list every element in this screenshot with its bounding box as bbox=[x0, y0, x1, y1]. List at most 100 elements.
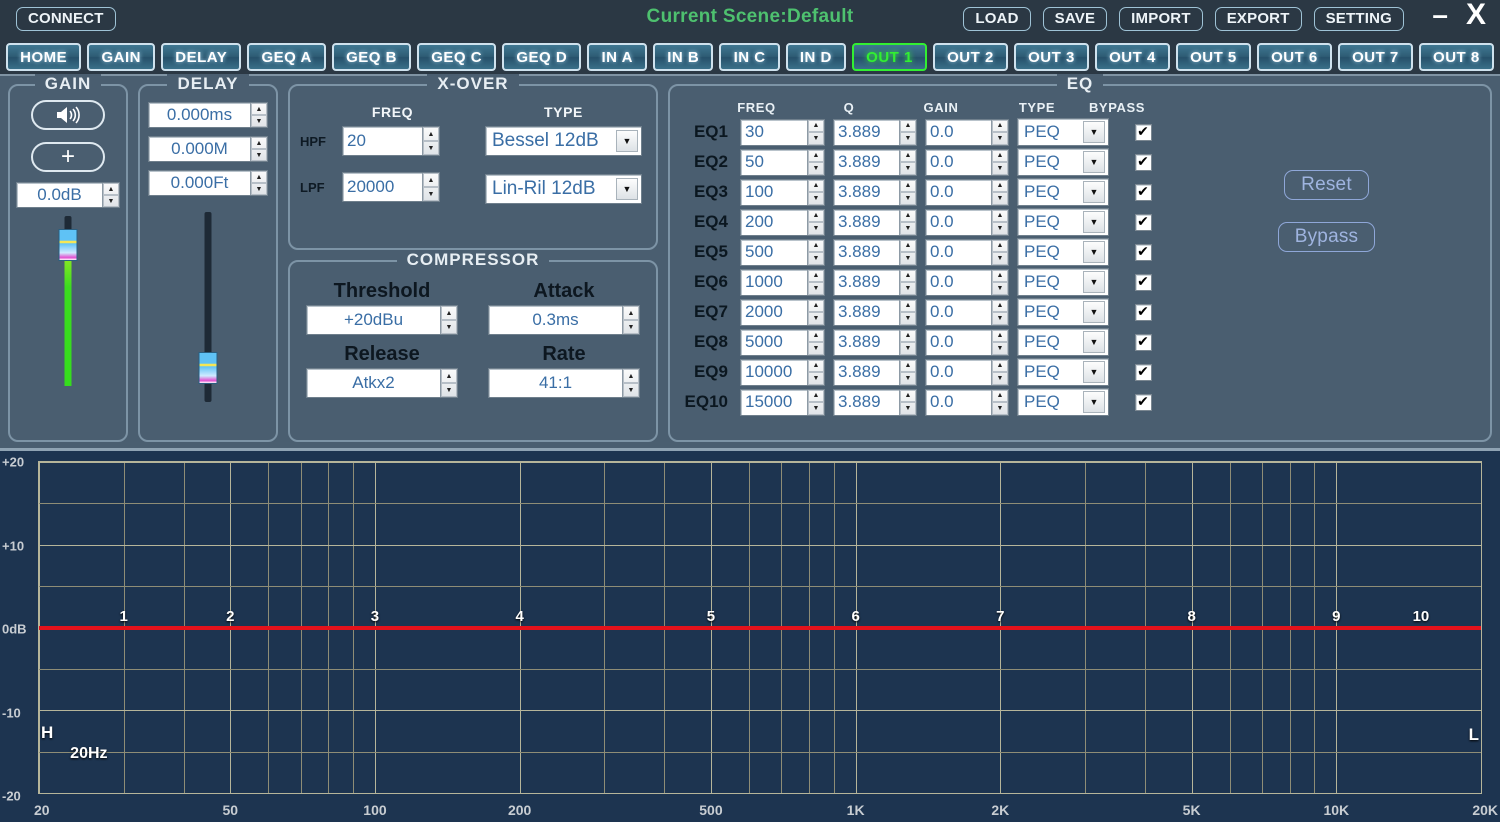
eq1-freq-input[interactable] bbox=[741, 120, 807, 145]
eq-band-marker[interactable]: 1 bbox=[119, 608, 127, 625]
eq5-gain-spinner[interactable]: ▲▼ bbox=[991, 240, 1008, 265]
eq6-freq-field[interactable]: ▲▼ bbox=[740, 269, 825, 296]
tab-in-b[interactable]: IN B bbox=[653, 43, 713, 71]
eq6-freq-spinner-up[interactable]: ▲ bbox=[808, 270, 824, 283]
eq4-gain-spinner-up[interactable]: ▲ bbox=[992, 210, 1008, 223]
eq2-q-spinner[interactable]: ▲▼ bbox=[899, 150, 916, 175]
attack-input[interactable] bbox=[489, 306, 622, 334]
gain-spinner-up[interactable]: ▲ bbox=[103, 183, 119, 195]
eq10-q-input[interactable] bbox=[834, 390, 899, 415]
eq2-gain-spinner-down[interactable]: ▼ bbox=[992, 162, 1008, 175]
graph-annotation-20hz[interactable]: 20Hz bbox=[70, 745, 107, 763]
eq8-freq-spinner[interactable]: ▲▼ bbox=[807, 330, 824, 355]
close-button[interactable]: X bbox=[1466, 2, 1486, 28]
eq5-freq-spinner[interactable]: ▲▼ bbox=[807, 240, 824, 265]
eq10-gain-spinner-down[interactable]: ▼ bbox=[992, 402, 1008, 415]
import-button[interactable]: IMPORT bbox=[1119, 7, 1203, 31]
eq10-gain-spinner-up[interactable]: ▲ bbox=[992, 390, 1008, 403]
lpf-freq-input[interactable] bbox=[343, 173, 422, 201]
threshold-field[interactable]: ▲ ▼ bbox=[306, 305, 458, 335]
setting-button[interactable]: SETTING bbox=[1314, 7, 1404, 31]
eq4-q-spinner-up[interactable]: ▲ bbox=[900, 210, 916, 223]
eq10-q-field[interactable]: ▲▼ bbox=[833, 389, 917, 416]
tab-out-4[interactable]: OUT 4 bbox=[1095, 43, 1170, 71]
release-spinner[interactable]: ▲ ▼ bbox=[440, 369, 457, 397]
eq3-gain-input[interactable] bbox=[926, 180, 991, 205]
delay-feet-spinner-up[interactable]: ▲ bbox=[251, 171, 267, 183]
eq2-freq-field[interactable]: ▲▼ bbox=[740, 149, 825, 176]
eq4-q-input[interactable] bbox=[834, 210, 899, 235]
tab-geq-c[interactable]: GEQ C bbox=[417, 43, 496, 71]
eq5-q-spinner-down[interactable]: ▼ bbox=[900, 252, 916, 265]
tab-home[interactable]: HOME bbox=[6, 43, 81, 71]
tab-in-d[interactable]: IN D bbox=[786, 43, 846, 71]
tab-out-1[interactable]: OUT 1 bbox=[852, 43, 927, 71]
chevron-down-icon[interactable]: ▼ bbox=[1083, 121, 1105, 143]
chevron-down-icon[interactable]: ▼ bbox=[616, 130, 638, 152]
attack-spinner-down[interactable]: ▼ bbox=[623, 320, 639, 334]
eq3-q-spinner[interactable]: ▲▼ bbox=[899, 180, 916, 205]
eq6-q-spinner-up[interactable]: ▲ bbox=[900, 270, 916, 283]
eq5-freq-spinner-down[interactable]: ▼ bbox=[808, 252, 824, 265]
delay-ms-field[interactable]: ▲ ▼ bbox=[148, 102, 268, 128]
eq9-q-spinner[interactable]: ▲▼ bbox=[899, 360, 916, 385]
eq10-freq-spinner[interactable]: ▲▼ bbox=[807, 390, 824, 415]
release-spinner-up[interactable]: ▲ bbox=[441, 369, 457, 383]
delay-meters-spinner-down[interactable]: ▼ bbox=[251, 149, 267, 161]
chevron-down-icon[interactable]: ▼ bbox=[616, 178, 638, 200]
eq8-q-field[interactable]: ▲▼ bbox=[833, 329, 917, 356]
eq6-freq-spinner-down[interactable]: ▼ bbox=[808, 282, 824, 295]
eq4-freq-spinner[interactable]: ▲▼ bbox=[807, 210, 824, 235]
eq6-q-spinner[interactable]: ▲▼ bbox=[899, 270, 916, 295]
eq5-gain-input[interactable] bbox=[926, 240, 991, 265]
eq1-q-spinner-down[interactable]: ▼ bbox=[900, 132, 916, 145]
eq7-gain-input[interactable] bbox=[926, 300, 991, 325]
chevron-down-icon[interactable]: ▼ bbox=[1083, 271, 1105, 293]
eq3-gain-spinner-down[interactable]: ▼ bbox=[992, 192, 1008, 205]
eq10-freq-field[interactable]: ▲▼ bbox=[740, 389, 825, 416]
eq3-type-select[interactable]: PEQ▼ bbox=[1017, 178, 1109, 206]
delay-ms-spinner[interactable]: ▲ ▼ bbox=[250, 103, 267, 127]
eq5-bypass-checkbox[interactable]: ✔ bbox=[1135, 244, 1152, 261]
eq8-q-input[interactable] bbox=[834, 330, 899, 355]
eq3-freq-field[interactable]: ▲▼ bbox=[740, 179, 825, 206]
threshold-input[interactable] bbox=[307, 306, 440, 334]
eq3-freq-spinner-down[interactable]: ▼ bbox=[808, 192, 824, 205]
eq1-gain-field[interactable]: ▲▼ bbox=[925, 119, 1009, 146]
eq9-gain-input[interactable] bbox=[926, 360, 991, 385]
eq9-q-input[interactable] bbox=[834, 360, 899, 385]
eq7-freq-spinner[interactable]: ▲▼ bbox=[807, 300, 824, 325]
hpf-freq-field[interactable]: ▲ ▼ bbox=[342, 126, 440, 156]
eq1-freq-spinner-up[interactable]: ▲ bbox=[808, 120, 824, 133]
lpf-freq-spinner-down[interactable]: ▼ bbox=[423, 187, 439, 201]
eq-band-marker[interactable]: 3 bbox=[371, 608, 379, 625]
eq9-bypass-checkbox[interactable]: ✔ bbox=[1135, 364, 1152, 381]
hpf-freq-input[interactable] bbox=[343, 127, 422, 155]
rate-input[interactable] bbox=[489, 369, 622, 397]
eq6-type-select[interactable]: PEQ▼ bbox=[1017, 268, 1109, 296]
gain-value-field[interactable]: ▲ ▼ bbox=[16, 182, 120, 208]
lpf-freq-spinner-up[interactable]: ▲ bbox=[423, 173, 439, 187]
chevron-down-icon[interactable]: ▼ bbox=[1083, 151, 1105, 173]
eq9-q-field[interactable]: ▲▼ bbox=[833, 359, 917, 386]
threshold-spinner-up[interactable]: ▲ bbox=[441, 306, 457, 320]
eq1-freq-spinner[interactable]: ▲▼ bbox=[807, 120, 824, 145]
eq2-freq-spinner-down[interactable]: ▼ bbox=[808, 162, 824, 175]
eq8-type-select[interactable]: PEQ▼ bbox=[1017, 328, 1109, 356]
eq10-gain-field[interactable]: ▲▼ bbox=[925, 389, 1009, 416]
eq2-type-select[interactable]: PEQ▼ bbox=[1017, 148, 1109, 176]
eq8-bypass-checkbox[interactable]: ✔ bbox=[1135, 334, 1152, 351]
eq7-freq-spinner-up[interactable]: ▲ bbox=[808, 300, 824, 313]
eq-band-marker[interactable]: 10 bbox=[1413, 608, 1430, 625]
eq10-type-select[interactable]: PEQ▼ bbox=[1017, 388, 1109, 416]
tab-in-a[interactable]: IN A bbox=[587, 43, 647, 71]
eq6-gain-field[interactable]: ▲▼ bbox=[925, 269, 1009, 296]
eq1-bypass-checkbox[interactable]: ✔ bbox=[1135, 124, 1152, 141]
chevron-down-icon[interactable]: ▼ bbox=[1083, 181, 1105, 203]
eq2-freq-spinner[interactable]: ▲▼ bbox=[807, 150, 824, 175]
eq5-gain-field[interactable]: ▲▼ bbox=[925, 239, 1009, 266]
eq5-gain-spinner-down[interactable]: ▼ bbox=[992, 252, 1008, 265]
load-button[interactable]: LOAD bbox=[963, 7, 1030, 31]
delay-feet-field[interactable]: ▲ ▼ bbox=[148, 170, 268, 196]
eq10-gain-input[interactable] bbox=[926, 390, 991, 415]
